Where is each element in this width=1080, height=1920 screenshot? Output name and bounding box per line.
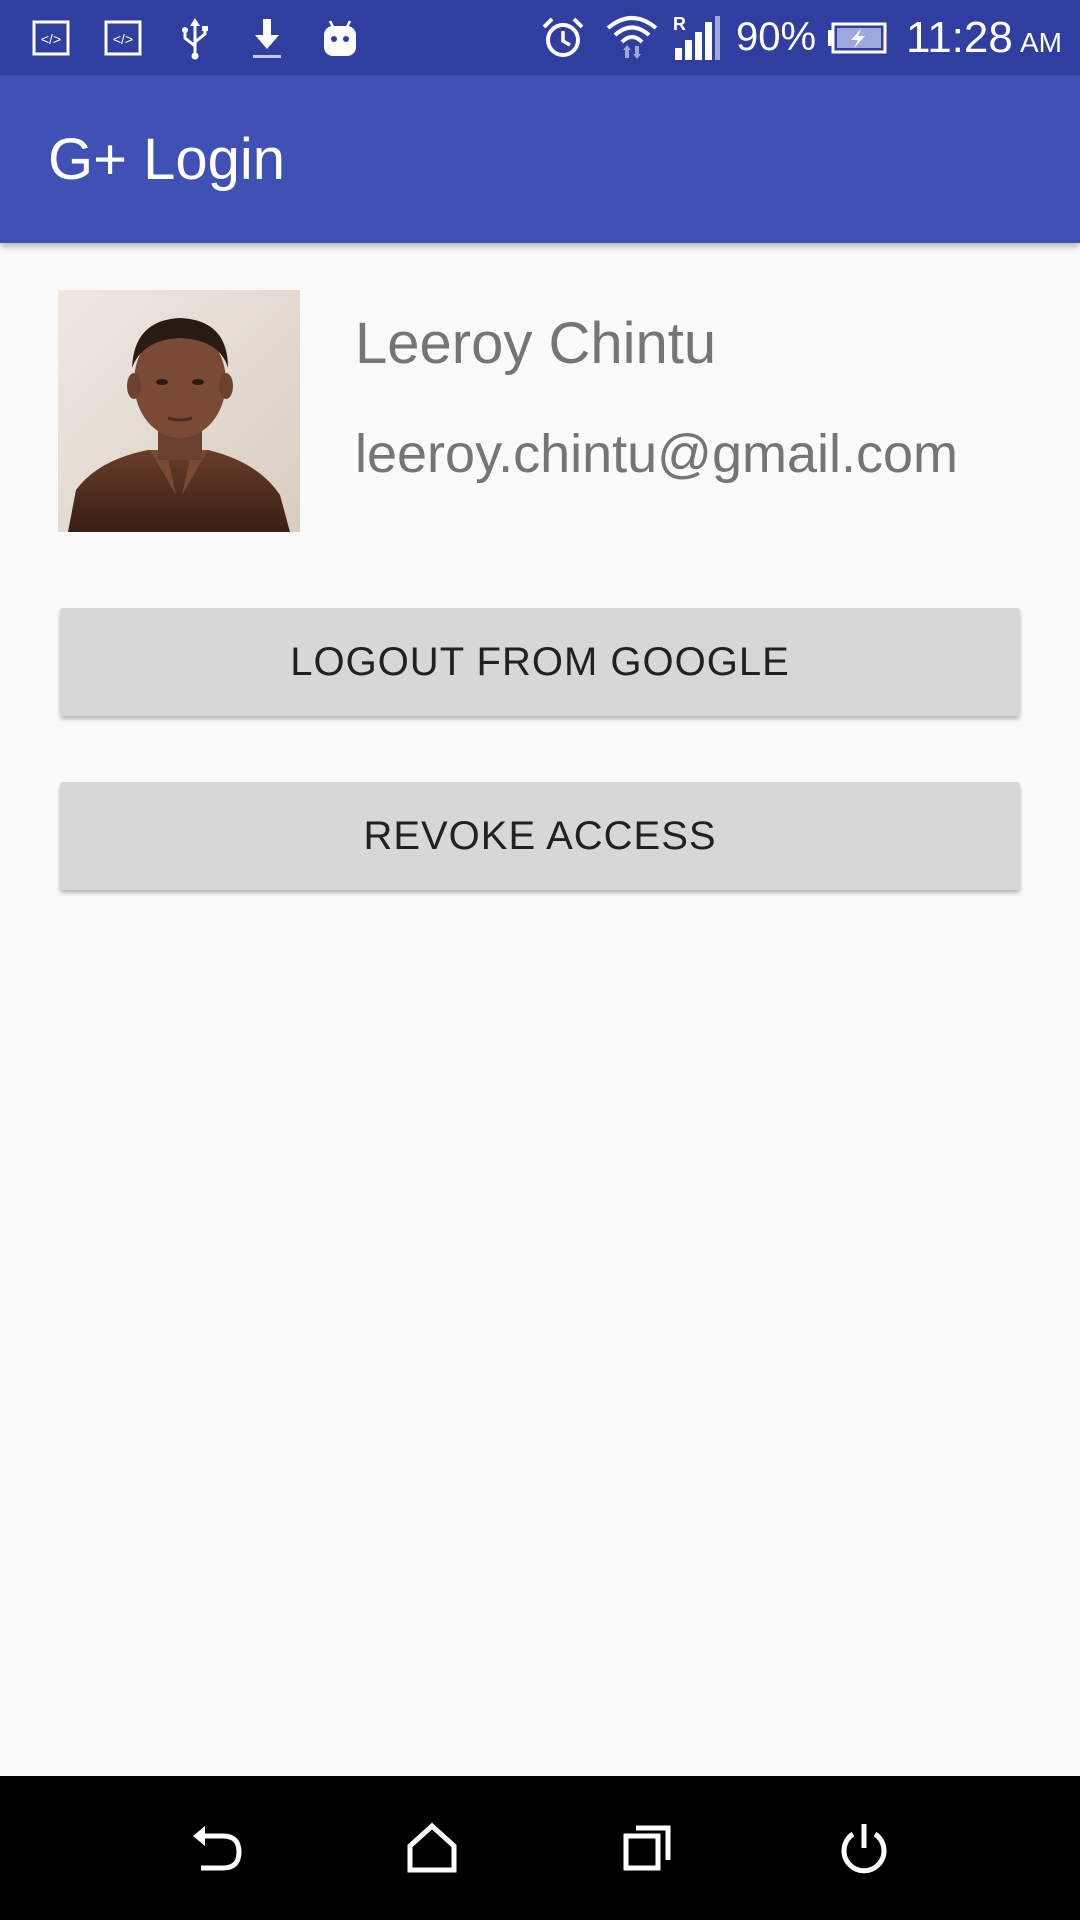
profile-photo: [58, 290, 300, 532]
app-bar: G+ Login: [0, 75, 1080, 243]
back-icon[interactable]: [162, 1776, 272, 1920]
battery-charging-icon: [826, 0, 888, 75]
recents-icon[interactable]: [593, 1776, 703, 1920]
usb-icon: [174, 0, 216, 75]
alarm-icon: [538, 0, 588, 75]
avatar: [58, 290, 300, 532]
download-icon: [246, 0, 288, 75]
code-icon: </>: [102, 0, 144, 75]
status-bar: </> </> R 90% 11:28 AM: [0, 0, 1080, 75]
android-icon: [318, 0, 362, 75]
code-icon: </>: [30, 0, 72, 75]
battery-percent: 90%: [736, 15, 817, 59]
home-icon[interactable]: [377, 1776, 487, 1920]
wifi-icon: [604, 0, 660, 75]
signal-icon: R: [670, 0, 722, 75]
power-icon[interactable]: [809, 1776, 919, 1920]
page-title: G+ Login: [48, 126, 286, 192]
navigation-bar: [0, 1776, 1080, 1920]
profile-email: leeroy.chintu@gmail.com: [355, 424, 959, 484]
clock-time: 11:28: [906, 12, 1013, 62]
clock-am-pm: AM: [1020, 26, 1062, 58]
logout-button[interactable]: LOGOUT FROM GOOGLE: [60, 608, 1020, 716]
svg-text:</>: </>: [41, 31, 61, 47]
network-type-label: R: [673, 14, 686, 34]
revoke-access-button[interactable]: REVOKE ACCESS: [60, 782, 1020, 890]
svg-text:</>: </>: [113, 31, 133, 47]
profile-name: Leeroy Chintu: [355, 311, 717, 376]
